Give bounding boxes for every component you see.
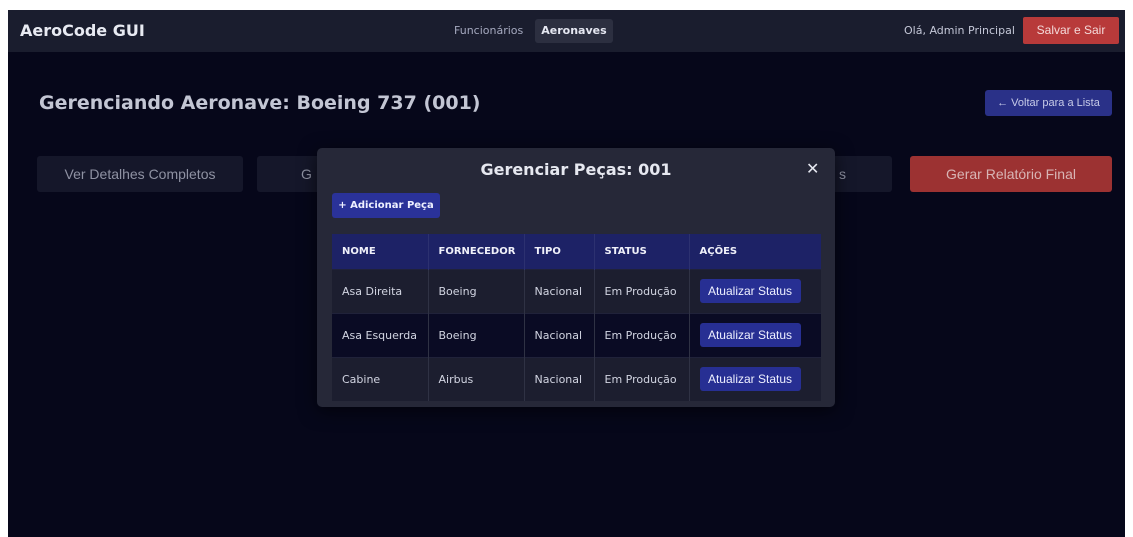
cell-acoes: Atualizar Status [689,356,821,401]
add-part-button[interactable]: + Adicionar Peça [332,193,440,218]
cell-tipo: Nacional [524,356,595,401]
column-header-nome: NOME [332,234,429,269]
back-to-list-button[interactable]: ← Voltar para a Lista [985,90,1112,116]
app-window: AeroCode GUI Funcionários Aeronaves Olá,… [8,10,1125,537]
cell-nome: Cabine [332,356,429,401]
update-status-button[interactable]: Atualizar Status [699,323,801,347]
page-title: Gerenciando Aeronave: Boeing 737 (001) [39,92,481,114]
cell-status: Em Produção [594,268,690,313]
cell-tipo: Nacional [524,312,595,357]
cell-acoes: Atualizar Status [689,268,821,313]
parts-table: NOME FORNECEDOR TIPO STATUS AÇÕES Asa Di… [332,234,821,401]
column-header-status: STATUS [594,234,690,269]
nav-link-aeronaves[interactable]: Aeronaves [535,19,613,43]
update-status-button[interactable]: Atualizar Status [699,279,801,303]
column-header-tipo: TIPO [524,234,595,269]
update-status-button[interactable]: Atualizar Status [699,367,801,392]
top-navbar: AeroCode GUI Funcionários Aeronaves Olá,… [8,10,1125,52]
manage-steps-label: s [839,166,846,182]
save-and-exit-button[interactable]: Salvar e Sair [1023,17,1119,44]
cell-nome: Asa Esquerda [332,312,429,357]
table-row: Asa Esquerda Boeing Nacional Em Produção… [332,312,821,357]
modal-title: Gerenciar Peças: 001 [480,160,672,179]
cell-status: Em Produção [594,312,690,357]
table-row: Cabine Airbus Nacional Em Produção Atual… [332,356,821,401]
close-icon[interactable]: ✕ [806,159,819,178]
app-brand: AeroCode GUI [20,21,145,40]
table-row: Asa Direita Boeing Nacional Em Produção … [332,268,821,313]
cell-fornecedor: Airbus [428,356,525,401]
cell-acoes: Atualizar Status [689,312,821,357]
column-header-acoes: AÇÕES [689,234,821,269]
table-header-row: NOME FORNECEDOR TIPO STATUS AÇÕES [332,234,821,269]
view-details-button[interactable]: Ver Detalhes Completos [37,156,243,192]
cell-fornecedor: Boeing [428,312,525,357]
nav-links: Funcionários Aeronaves [448,19,613,43]
nav-link-funcionarios[interactable]: Funcionários [448,19,529,43]
cell-status: Em Produção [594,356,690,401]
generate-report-button[interactable]: Gerar Relatório Final [910,156,1112,192]
cell-fornecedor: Boeing [428,268,525,313]
user-greeting: Olá, Admin Principal [904,24,1015,37]
cell-nome: Asa Direita [332,268,429,313]
cell-tipo: Nacional [524,268,595,313]
manage-parts-modal: Gerenciar Peças: 001 ✕ + Adicionar Peça … [317,148,835,407]
column-header-fornecedor: FORNECEDOR [428,234,525,269]
